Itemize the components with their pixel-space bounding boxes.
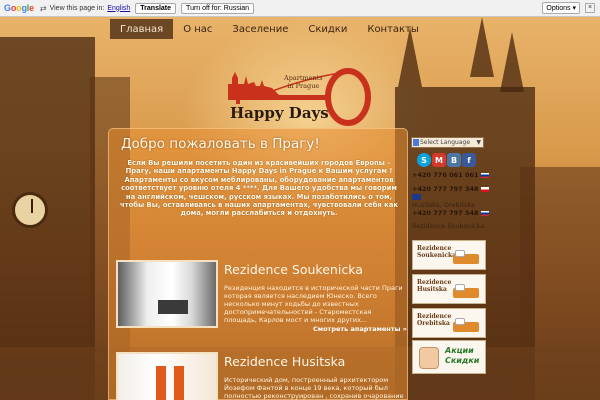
- nav-item-about[interactable]: О нас: [173, 19, 222, 39]
- apartment-photo[interactable]: [116, 260, 218, 328]
- nav-item-home[interactable]: Главная: [110, 19, 174, 39]
- clock-icon: [12, 192, 48, 228]
- logo-title: Happy Days: [230, 104, 329, 122]
- select-language-dropdown[interactable]: Select Language ▼: [411, 137, 484, 148]
- hand-icon: [419, 347, 439, 369]
- phone-line: +420 777 797 548: [412, 209, 489, 217]
- close-icon[interactable]: ×: [585, 3, 595, 13]
- translate-prompt: View this page in:: [49, 4, 105, 12]
- russia-flag-icon: [480, 172, 489, 178]
- translate-icon: ⇄: [39, 3, 47, 13]
- vk-icon[interactable]: В: [447, 153, 461, 167]
- banner-orebitska[interactable]: Rezidence Orebitska: [412, 308, 486, 338]
- spire-icon: [500, 32, 524, 92]
- mail-icon[interactable]: M: [432, 153, 446, 167]
- article-text: Резиденция находится в исторической част…: [224, 284, 403, 324]
- bed-icon: [453, 318, 479, 332]
- skype-icon[interactable]: S: [417, 153, 431, 167]
- facebook-icon[interactable]: f: [462, 153, 476, 167]
- turn-off-button[interactable]: Turn off for: Russian: [181, 2, 255, 14]
- options-button[interactable]: Options ▾: [542, 2, 580, 14]
- bed-icon: [453, 284, 479, 298]
- bed-icon: [453, 250, 479, 264]
- article-title[interactable]: Rezidence Husitska: [224, 354, 345, 369]
- view-apartments-link[interactable]: Смотреть апартаменты »: [313, 325, 407, 333]
- apartment-photo[interactable]: [116, 352, 218, 400]
- translate-button[interactable]: Translate: [135, 2, 177, 14]
- article-husitska: Rezidence Husitska Исторический дом, пос…: [116, 352, 406, 400]
- site-logo[interactable]: Apartments in Prague Happy Days: [226, 64, 376, 130]
- article-text: Исторический дом, построенный архитектор…: [224, 376, 404, 400]
- nav-item-contacts[interactable]: Контакты: [357, 19, 428, 39]
- russia-flag-icon: [480, 210, 489, 216]
- uk-flag-icon: [412, 194, 421, 200]
- google-logo: Google: [4, 3, 34, 13]
- banner-soukenicka[interactable]: Rezidence Soukenicka: [412, 240, 486, 270]
- address-line: Husitska, Orebitska: [412, 201, 476, 209]
- main-nav: Главная О нас Заселение Скидки Контакты: [110, 19, 490, 39]
- nav-item-checkin[interactable]: Заселение: [222, 19, 298, 39]
- welcome-text: Если Вы решили посетить один из красивей…: [120, 159, 398, 218]
- czech-flag-icon: [480, 186, 489, 192]
- phone-line: +420 776 061 061: [412, 171, 489, 179]
- google-translate-bar: Google ⇄ View this page in: English Tran…: [0, 0, 600, 17]
- nav-item-discounts[interactable]: Скидки: [298, 19, 357, 39]
- article-title[interactable]: Rezidence Soukenicka: [224, 262, 363, 277]
- welcome-title: Добро пожаловать в Прагу!: [121, 136, 320, 152]
- google-icon: [413, 139, 419, 146]
- logo-subtitle: Apartments in Prague: [284, 74, 323, 90]
- promo-discounts-banner[interactable]: Акции Скидки: [412, 340, 486, 374]
- address-line: Rezidence Soukenicka: [412, 222, 485, 230]
- language-select[interactable]: English: [107, 5, 130, 12]
- chevron-down-icon: ▼: [476, 139, 481, 146]
- banner-husitska[interactable]: Rezidence Husitska: [412, 274, 486, 304]
- phone-line: +420 777 797 348: [412, 185, 489, 193]
- social-links: S M В f: [417, 153, 476, 167]
